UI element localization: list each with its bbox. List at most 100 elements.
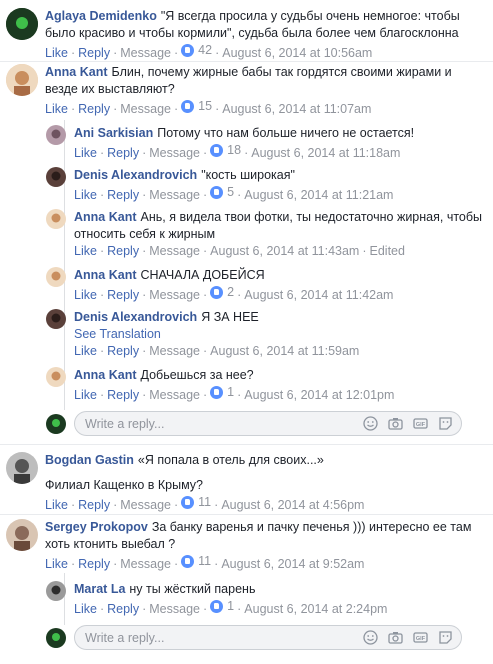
- like-icon: [181, 100, 195, 113]
- comment-author[interactable]: Sergey Prokopov: [45, 520, 148, 534]
- reply-button[interactable]: Reply: [78, 557, 110, 571]
- avatar[interactable]: [46, 267, 66, 287]
- reply-button[interactable]: Reply: [78, 46, 110, 60]
- edited-label[interactable]: Edited: [370, 244, 405, 258]
- timestamp[interactable]: August 6, 2014 at 11:59am: [210, 344, 359, 358]
- message-button[interactable]: Message: [149, 244, 200, 258]
- like-button[interactable]: Like: [74, 602, 97, 616]
- like-count[interactable]: 42: [181, 42, 212, 59]
- gif-icon[interactable]: GIF: [413, 416, 428, 431]
- timestamp[interactable]: August 6, 2014 at 11:43am: [210, 244, 359, 258]
- comment-body: «Я попала в отель для своих...»: [137, 453, 324, 467]
- reply-input[interactable]: Write a reply... GIF: [74, 625, 462, 650]
- comment-author[interactable]: Ani Sarkisian: [74, 126, 153, 140]
- comment-body: ну ты жёсткий парень: [129, 582, 256, 596]
- comment-actions: Like · Reply · Message · 42 · August 6, 2014 at …: [45, 42, 373, 60]
- message-button[interactable]: Message: [149, 344, 200, 358]
- camera-icon[interactable]: [388, 630, 403, 645]
- like-count[interactable]: 2: [210, 284, 234, 301]
- emoji-icon[interactable]: [363, 416, 378, 431]
- reply-button[interactable]: Reply: [107, 602, 139, 616]
- comment-author[interactable]: Bogdan Gastin: [45, 453, 134, 467]
- reply-button[interactable]: Reply: [107, 388, 139, 402]
- like-count[interactable]: 5: [210, 184, 234, 201]
- message-button[interactable]: Message: [149, 602, 200, 616]
- timestamp[interactable]: August 6, 2014 at 4:56pm: [221, 498, 364, 512]
- timestamp[interactable]: August 6, 2014 at 11:21am: [244, 188, 393, 202]
- like-button[interactable]: Like: [45, 46, 68, 60]
- like-button[interactable]: Like: [45, 102, 68, 116]
- message-button[interactable]: Message: [120, 557, 171, 571]
- message-button[interactable]: Message: [149, 388, 200, 402]
- message-button[interactable]: Message: [120, 498, 171, 512]
- comment-author[interactable]: Anna Kant: [74, 368, 137, 382]
- reply-input[interactable]: Write a reply... GIF: [74, 411, 462, 436]
- like-count[interactable]: 1: [210, 598, 234, 615]
- comment-author[interactable]: Anna Kant: [74, 268, 137, 282]
- reply-comment: Anna Kant Добьешься за нее? Like · Reply · Me…: [46, 367, 486, 404]
- sticker-icon[interactable]: [438, 630, 453, 645]
- like-count[interactable]: 15: [181, 98, 212, 115]
- like-button[interactable]: Like: [74, 244, 97, 258]
- reply-button[interactable]: Reply: [107, 288, 139, 302]
- like-button[interactable]: Like: [45, 498, 68, 512]
- timestamp[interactable]: August 6, 2014 at 11:18am: [251, 146, 400, 160]
- timestamp[interactable]: August 6, 2014 at 2:24pm: [244, 602, 387, 616]
- like-count[interactable]: 11: [181, 553, 211, 570]
- timestamp[interactable]: August 6, 2014 at 11:07am: [222, 102, 371, 116]
- like-count[interactable]: 11: [181, 494, 211, 511]
- avatar: [46, 627, 66, 648]
- avatar[interactable]: [6, 519, 38, 551]
- comment-author[interactable]: Aglaya Demidenko: [45, 9, 157, 23]
- like-icon: [210, 144, 224, 157]
- emoji-icon[interactable]: [363, 630, 378, 645]
- message-button[interactable]: Message: [120, 46, 171, 60]
- avatar[interactable]: [46, 209, 66, 229]
- like-button[interactable]: Like: [74, 344, 97, 358]
- timestamp[interactable]: August 6, 2014 at 9:52am: [221, 557, 364, 571]
- sticker-icon[interactable]: [438, 416, 453, 431]
- comment-author[interactable]: Anna Kant: [74, 210, 137, 224]
- message-button[interactable]: Message: [149, 188, 200, 202]
- reply-button[interactable]: Reply: [107, 344, 139, 358]
- camera-icon[interactable]: [388, 416, 403, 431]
- avatar[interactable]: [46, 125, 66, 145]
- comment-author[interactable]: Denis Alexandrovich: [74, 310, 197, 324]
- timestamp[interactable]: August 6, 2014 at 11:42am: [244, 288, 393, 302]
- see-translation-link[interactable]: See Translation: [74, 326, 486, 343]
- message-button[interactable]: Message: [149, 288, 200, 302]
- avatar[interactable]: [6, 8, 38, 40]
- like-count[interactable]: 1: [210, 384, 234, 401]
- like-icon: [210, 286, 224, 299]
- avatar[interactable]: [46, 581, 66, 601]
- comment-author[interactable]: Denis Alexandrovich: [74, 168, 197, 182]
- like-button[interactable]: Like: [45, 557, 68, 571]
- avatar[interactable]: [6, 64, 38, 96]
- avatar[interactable]: [46, 167, 66, 187]
- reply-button[interactable]: Reply: [107, 244, 139, 258]
- avatar[interactable]: [46, 367, 66, 387]
- timestamp[interactable]: August 6, 2014 at 12:01pm: [244, 388, 394, 402]
- like-button[interactable]: Like: [74, 146, 97, 160]
- comment-text: Anna Kant Добьешься за нее?: [74, 367, 486, 384]
- avatar[interactable]: [46, 309, 66, 329]
- like-count[interactable]: 18: [210, 142, 241, 159]
- comment-text: Bogdan Gastin «Я попала в отель для своих…: [45, 452, 486, 469]
- comment-actions: Like · Reply · Message · 1 · August 6, 2014 at 2…: [74, 598, 388, 616]
- reply-button[interactable]: Reply: [78, 498, 110, 512]
- message-button[interactable]: Message: [149, 146, 200, 160]
- comment-actions: Like · Reply · Message · 2 · August 6, 2014 at 1…: [74, 284, 394, 302]
- like-button[interactable]: Like: [74, 188, 97, 202]
- message-button[interactable]: Message: [120, 102, 171, 116]
- timestamp[interactable]: August 6, 2014 at 10:56am: [222, 46, 372, 60]
- reply-button[interactable]: Reply: [107, 188, 139, 202]
- gif-icon[interactable]: GIF: [413, 630, 428, 645]
- reply-button[interactable]: Reply: [78, 102, 110, 116]
- like-button[interactable]: Like: [74, 288, 97, 302]
- avatar[interactable]: [6, 452, 38, 484]
- reply-button[interactable]: Reply: [107, 146, 139, 160]
- comment-author[interactable]: Anna Kant: [45, 65, 108, 79]
- comment-author[interactable]: Marat La: [74, 582, 125, 596]
- divider: [0, 444, 493, 445]
- like-button[interactable]: Like: [74, 388, 97, 402]
